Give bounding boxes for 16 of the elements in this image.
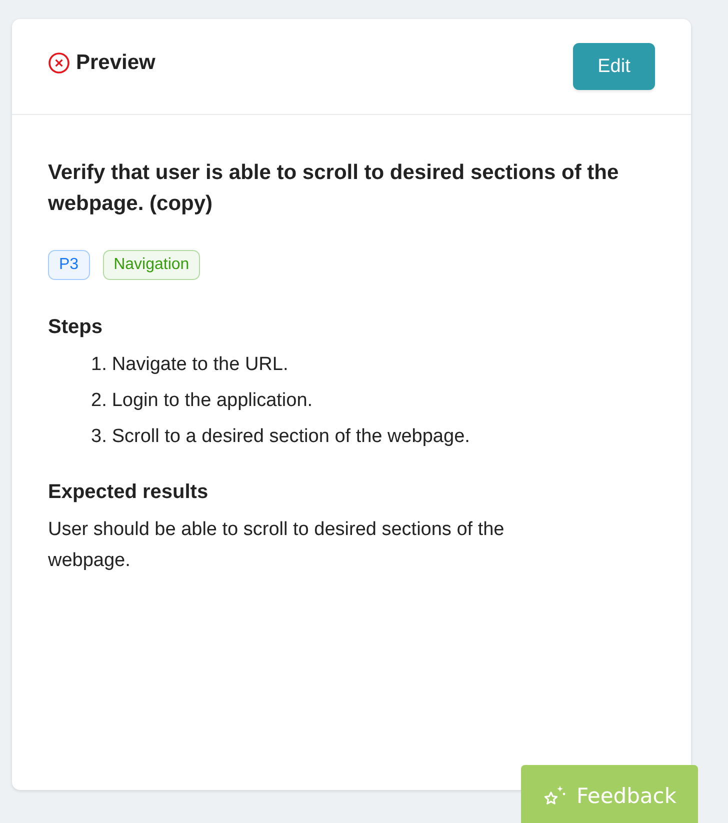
expected-results-text: User should be able to scroll to desired sections of the webpage.	[48, 518, 506, 573]
tag: Navigation	[102, 250, 200, 280]
step-number: 1.	[91, 353, 107, 377]
step-text: Scroll to a desired section of the webpage.	[112, 425, 470, 449]
step-text: Navigate to the URL.	[112, 353, 288, 377]
edit-button[interactable]: Edit	[573, 43, 655, 90]
step-number: 2.	[91, 389, 107, 413]
preview-title: Preview	[76, 50, 156, 74]
steps-heading: Steps	[48, 316, 104, 339]
error-icon	[48, 52, 70, 74]
step-number: 3.	[91, 425, 107, 449]
test-case-title: Verify that user is able to scroll to desired sections of the webpage. (copy)	[48, 160, 620, 217]
expected-results-heading: Expected results	[48, 481, 210, 504]
tag: P3	[48, 250, 90, 280]
step-text: Login to the application.	[112, 389, 313, 413]
feedback-button[interactable]: Feedback	[521, 765, 698, 823]
